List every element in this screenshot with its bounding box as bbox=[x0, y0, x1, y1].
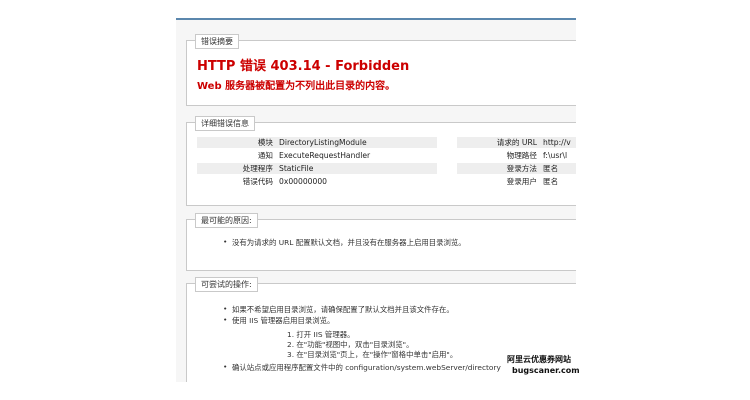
cause-item: 没有为请求的 URL 配置默认文档，并且没有在服务器上启用目录浏览。 bbox=[223, 237, 466, 248]
detail-row-physical-path: 物理路径 f:\usr\l bbox=[457, 150, 576, 161]
watermark-url: bugscaner.com bbox=[512, 366, 580, 375]
detail-row-logon-user: 登录用户 匿名 bbox=[457, 176, 576, 187]
detail-row-handler: 处理程序 StaticFile bbox=[197, 163, 437, 174]
error-title: HTTP 错误 403.14 - Forbidden bbox=[197, 59, 410, 74]
watermark-text: 阿里云优惠券网站 bbox=[507, 355, 571, 364]
likely-causes-heading: 最可能的原因: bbox=[195, 213, 258, 228]
detail-value: 0x00000000 bbox=[279, 177, 327, 186]
action-item: 如果不希望启用目录浏览，请确保配置了默认文档并且该文件存在。 bbox=[223, 304, 454, 315]
detail-value: StaticFile bbox=[279, 164, 314, 173]
detail-label: 通知 bbox=[257, 151, 273, 160]
action-item: 确认站点或应用程序配置文件中的 configuration/system.web… bbox=[223, 362, 501, 373]
detail-value: http://v bbox=[543, 138, 571, 147]
error-message: Web 服务器被配置为不列出此目录的内容。 bbox=[197, 81, 396, 92]
likely-causes-panel: 最可能的原因: 没有为请求的 URL 配置默认文档，并且没有在服务器上启用目录浏… bbox=[186, 213, 576, 271]
detail-row-requested-url: 请求的 URL http://v bbox=[457, 137, 576, 148]
detail-label: 处理程序 bbox=[242, 164, 273, 173]
detail-label: 登录方法 bbox=[506, 164, 537, 173]
detail-value: 匿名 bbox=[543, 177, 559, 186]
detail-row-logon-method: 登录方法 匿名 bbox=[457, 163, 576, 174]
detail-value: ExecuteRequestHandler bbox=[279, 151, 371, 160]
detail-label: 错误代码 bbox=[242, 177, 273, 186]
detail-value: f:\usr\l bbox=[543, 151, 568, 160]
detail-row-notification: 通知 ExecuteRequestHandler bbox=[197, 150, 437, 161]
detail-label: 登录用户 bbox=[506, 177, 537, 186]
error-summary-heading: 错误摘要 bbox=[195, 34, 239, 49]
detail-value: DirectoryListingModule bbox=[279, 138, 367, 147]
error-page-frame: 错误摘要 HTTP 错误 403.14 - Forbidden Web 服务器被… bbox=[176, 18, 576, 382]
action-step: 3. 在"目录浏览"页上，在"操作"窗格中单击"启用"。 bbox=[287, 350, 458, 359]
actions-heading: 可尝试的操作: bbox=[195, 277, 258, 292]
action-item: 使用 IIS 管理器启用目录浏览。 bbox=[223, 315, 334, 326]
detail-row-module: 模块 DirectoryListingModule bbox=[197, 137, 437, 148]
detailed-error-panel: 详细错误信息 模块 DirectoryListingModule 通知 Exec… bbox=[186, 116, 576, 206]
detail-value: 匿名 bbox=[543, 164, 559, 173]
detail-label: 物理路径 bbox=[506, 151, 537, 160]
error-summary-panel: 错误摘要 HTTP 错误 403.14 - Forbidden Web 服务器被… bbox=[186, 34, 576, 106]
detail-label: 模块 bbox=[257, 138, 273, 147]
detailed-error-heading: 详细错误信息 bbox=[195, 116, 255, 131]
detail-row-error-code: 错误代码 0x00000000 bbox=[197, 176, 437, 187]
detail-label: 请求的 URL bbox=[496, 138, 537, 147]
